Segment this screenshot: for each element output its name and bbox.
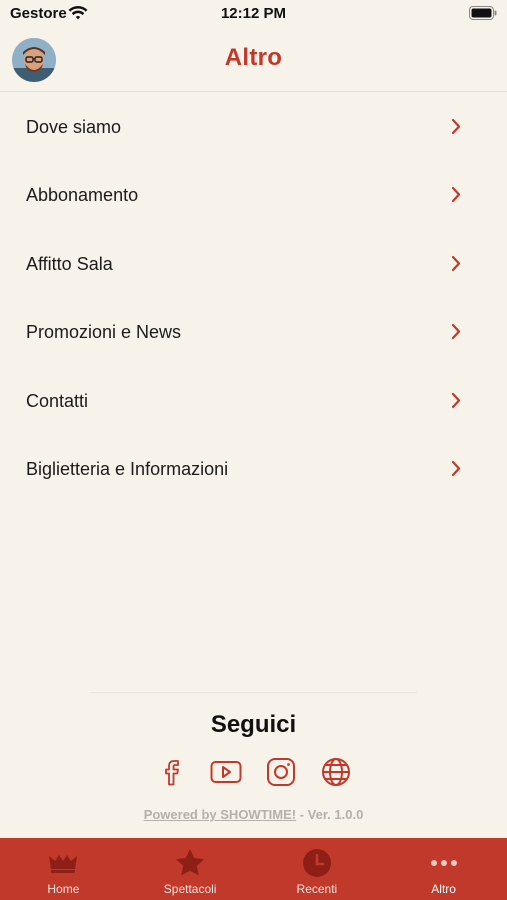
page-title: Altro [224, 44, 283, 71]
website-button[interactable] [320, 756, 352, 788]
crown-icon [49, 855, 78, 873]
tab-recenti[interactable]: Recenti [254, 838, 381, 900]
chevron-right-icon [451, 187, 461, 203]
menu-item-contatti[interactable]: Contatti [0, 367, 507, 435]
menu-item-label: Biglietteria e Informazioni [26, 458, 229, 479]
menu-item-biglietteria[interactable]: Biglietteria e Informazioni [0, 435, 507, 503]
chevron-right-icon [451, 118, 461, 135]
status-bar: Gestore 12:12 PM [0, 0, 507, 28]
social-links [0, 756, 507, 788]
menu-item-label: Abbonamento [26, 185, 139, 206]
chevron-right-icon [451, 460, 461, 477]
menu-item-dove-siamo[interactable]: Dove siamo [0, 93, 507, 161]
facebook-button[interactable] [156, 756, 188, 788]
tab-label: Altro [431, 882, 456, 896]
menu-list: Dove siamo Abbonamento Affitto Sala Prom… [0, 93, 507, 503]
powered-prefix: Powered by [143, 807, 221, 822]
more-dots-icon [430, 860, 457, 866]
menu-item-label: Promozioni e News [26, 322, 182, 343]
tab-bar: Home Spettacoli Recenti Altro [0, 838, 507, 900]
menu-item-label: Contatti [26, 390, 89, 411]
powered-by-link[interactable]: Powered by SHOWTIME! [144, 807, 296, 822]
instagram-button[interactable] [265, 756, 297, 788]
tab-altro[interactable]: Altro [380, 838, 507, 900]
globe-icon [322, 758, 350, 786]
star-icon [176, 849, 205, 876]
menu-item-label: Dove siamo [26, 117, 122, 137]
clock-icon [302, 849, 331, 877]
youtube-icon [210, 761, 242, 783]
chevron-right-icon [451, 255, 461, 271]
powered-by-text: Powered by SHOWTIME! - Ver. 1.0.0 [0, 807, 507, 822]
version-label: - Ver. 1.0.0 [296, 807, 364, 822]
chevron-right-icon [451, 324, 461, 340]
instagram-icon [267, 758, 295, 786]
tab-spettacoli[interactable]: Spettacoli [127, 838, 254, 900]
chevron-right-icon [451, 392, 461, 408]
menu-item-promozioni-news[interactable]: Promozioni e News [0, 298, 507, 366]
tab-home[interactable]: Home [0, 838, 127, 900]
youtube-button[interactable] [210, 756, 242, 788]
menu-item-label: Affitto Sala [26, 253, 113, 274]
clock-label: 12:12 PM [220, 5, 287, 22]
facebook-icon [165, 760, 179, 786]
follow-title: Seguici [210, 711, 297, 738]
tab-label: Home [47, 882, 80, 896]
tab-label: Recenti [296, 882, 338, 896]
app-screen: Gestore 12:12 PM Altro Dove siamo Abbona… [0, 0, 507, 900]
section-divider [90, 692, 417, 693]
menu-item-affitto-sala[interactable]: Affitto Sala [0, 230, 507, 298]
battery-icon [469, 6, 497, 20]
tab-label: Spettacoli [163, 882, 217, 896]
menu-item-abbonamento[interactable]: Abbonamento [0, 161, 507, 229]
brand-name: SHOWTIME! [220, 807, 297, 822]
header: Altro [0, 30, 507, 92]
